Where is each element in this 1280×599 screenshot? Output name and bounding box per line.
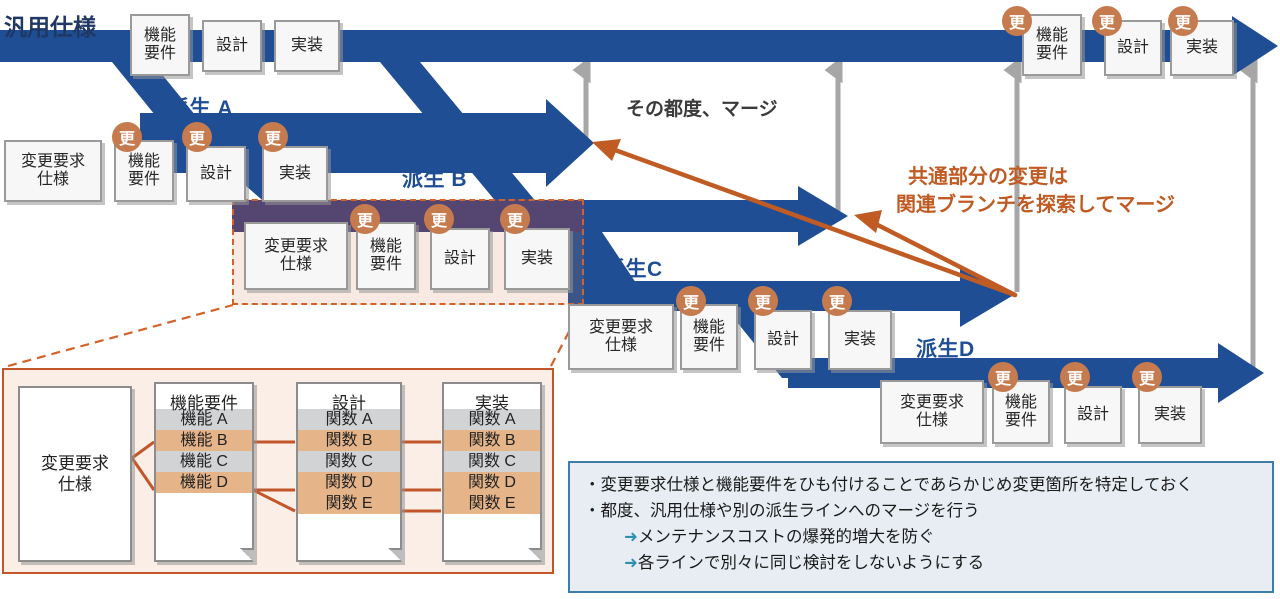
- card-branch-d-3[interactable]: 実装: [1138, 386, 1202, 444]
- detail-card-requirements[interactable]: 機能要件 機能 A 機能 B 機能 C 機能 D: [154, 382, 254, 562]
- badge-branch-b-2: 更: [500, 204, 530, 234]
- legend-bullet-2: ・都度、汎用仕様や別の派生ラインへのマージを行う: [584, 502, 980, 521]
- badge-branch-d-0: 更: [988, 362, 1018, 392]
- detail-card-implementation[interactable]: 実装 関数 A 関数 B 関数 C 関数 D 関数 E: [442, 382, 542, 562]
- detail-card-design[interactable]: 設計 関数 A 関数 B 関数 C 関数 D 関数 E: [296, 382, 402, 562]
- detail-col-0-row-1: 機能 B: [156, 430, 252, 451]
- detail-col-2-row-2: 関数 C: [444, 451, 540, 472]
- label-branch-b: 派生 B: [402, 168, 467, 191]
- label-branch-a: 派生 A: [168, 97, 233, 120]
- detail-col-1-row-3: 関数 D: [298, 472, 400, 493]
- detail-col-2-row-4: 関数 E: [444, 493, 540, 514]
- badge-branch-c-1: 更: [748, 286, 778, 316]
- legend-sub-1: ➜メンテナンスコストの爆発的増大を防ぐ: [584, 524, 1260, 550]
- card-branch-a-0[interactable]: 変更要求 仕様: [4, 140, 102, 202]
- detail-col-2-row-3: 関数 D: [444, 472, 540, 493]
- card-branch-d-0[interactable]: 変更要求 仕様: [880, 380, 984, 444]
- diagram-canvas: 汎用仕様 派生 A 派生 B 派生C 派生D その都度、マージ 共通部分の変更は…: [0, 0, 1280, 599]
- legend-bullet-1: ・変更要求仕様と機能要件をひも付けることであらかじめ変更箇所を特定しておく: [584, 476, 1193, 494]
- label-branch-d: 派生D: [916, 338, 975, 361]
- detail-col-2-row-1: 関数 B: [444, 430, 540, 451]
- badge-branch-b-0: 更: [350, 204, 380, 234]
- badge-branch-b-1: 更: [424, 204, 454, 234]
- detail-col-2-header: 実装: [475, 394, 509, 413]
- detail-col-1-row-1: 関数 B: [298, 430, 400, 451]
- legend-sub-1-text: メンテナンスコストの爆発的増大を防ぐ: [637, 528, 935, 547]
- badge-branch-a-1: 更: [182, 122, 212, 152]
- card-branch-b-0[interactable]: 変更要求 仕様: [244, 222, 348, 290]
- label-main-line: 汎用仕様: [4, 14, 96, 40]
- legend-box: ・変更要求仕様と機能要件をひも付けることであらかじめ変更箇所を特定しておく ・都…: [568, 461, 1274, 593]
- badge-main-right-0: 更: [1002, 6, 1032, 36]
- badge-main-right-1: 更: [1092, 6, 1122, 36]
- card-branch-d-2[interactable]: 設計: [1064, 386, 1122, 444]
- badge-branch-a-0: 更: [112, 122, 142, 152]
- detail-card-spec[interactable]: 変更要求 仕様: [18, 386, 132, 562]
- detail-col-1-header: 設計: [332, 394, 366, 413]
- badge-branch-c-2: 更: [822, 286, 852, 316]
- legend-sub-1-arrow-icon: ➜: [624, 528, 638, 547]
- card-branch-a-2[interactable]: 設計: [186, 146, 246, 202]
- annotation-common-change-line1: 共通部分の変更は: [908, 166, 1068, 188]
- card-branch-a-3[interactable]: 実装: [262, 146, 328, 202]
- detail-col-1-row-0: 関数 A: [298, 409, 400, 430]
- card-main-left-1[interactable]: 設計: [202, 20, 262, 72]
- detail-col-2-row-0: 関数 A: [444, 409, 540, 430]
- legend-sub-2-text: 各ラインで別々に同じ検討をしないようにする: [637, 554, 985, 573]
- detail-col-0-header: 機能要件: [170, 394, 238, 413]
- card-branch-c-3[interactable]: 実装: [828, 310, 892, 370]
- badge-branch-c-0: 更: [676, 286, 706, 316]
- detail-col-0-row-3: 機能 D: [156, 472, 252, 493]
- card-branch-b-2[interactable]: 設計: [430, 228, 490, 290]
- annotation-merge-each-time: その都度、マージ: [626, 99, 778, 120]
- branch-line-main: [0, 16, 1278, 76]
- detail-zoom-panel: 変更要求 仕様 機能要件 機能 A 機能 B 機能 C 機能 D 設計 関数 A…: [2, 368, 554, 574]
- detail-col-1-row-2: 関数 C: [298, 451, 400, 472]
- badge-branch-d-1: 更: [1060, 362, 1090, 392]
- zoom-connector-lines: [7, 303, 584, 368]
- legend-sub-2-arrow-icon: ➜: [624, 554, 638, 573]
- card-branch-b-3[interactable]: 実装: [504, 228, 570, 290]
- card-branch-c-2[interactable]: 設計: [754, 310, 812, 370]
- detail-col-0-row-2: 機能 C: [156, 451, 252, 472]
- label-branch-c: 派生C: [604, 258, 663, 281]
- card-main-left-2[interactable]: 実装: [274, 20, 340, 72]
- detail-col-1-row-4: 関数 E: [298, 493, 400, 514]
- badge-branch-d-2: 更: [1132, 362, 1162, 392]
- card-main-left-0[interactable]: 機能 要件: [130, 14, 190, 76]
- badge-branch-a-2: 更: [258, 122, 288, 152]
- annotation-common-change-line2: 関連ブランチを探索してマージ: [896, 194, 1175, 216]
- legend-sub-2: ➜各ラインで別々に同じ検討をしないようにする: [584, 550, 1260, 576]
- card-branch-c-0[interactable]: 変更要求 仕様: [568, 304, 674, 370]
- badge-main-right-2: 更: [1168, 6, 1198, 36]
